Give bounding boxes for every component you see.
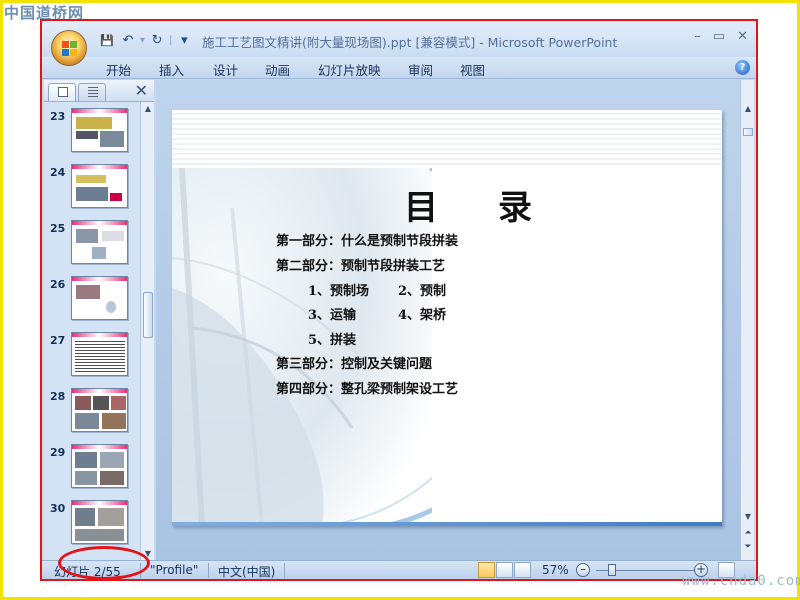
ribbon-tabs: 开始 插入 设计 动画 幻灯片放映 审阅 视图 ? xyxy=(42,57,756,79)
status-separator xyxy=(208,563,209,578)
slide-editing-area: 目录 第一部分：什么是预制节段拼装 第二部分：预制节段拼装工艺 1、预制场 2、… xyxy=(156,80,740,560)
thumbnail-number: 28 xyxy=(50,390,66,403)
slide-title[interactable]: 目录 xyxy=(404,180,592,229)
customize-qat-icon[interactable]: ▾ xyxy=(175,31,193,49)
thumbnail-item[interactable]: 28 xyxy=(44,386,140,442)
scroll-down-icon[interactable]: ▼ xyxy=(741,512,755,521)
slide-sorter-view-icon[interactable] xyxy=(496,562,513,578)
toc-item-3: 3、运输 xyxy=(308,308,357,323)
thumbnail-scrollbar[interactable]: ▲ ▼ xyxy=(140,102,154,560)
thumbnail-image xyxy=(71,500,128,544)
thumbnail-item[interactable]: 26 xyxy=(44,274,140,330)
thumbnail-number: 27 xyxy=(50,334,66,347)
highlight-annotation-ellipse xyxy=(58,546,150,580)
office-logo-icon xyxy=(62,41,77,56)
thumbnail-image xyxy=(71,444,128,488)
slide-background-image xyxy=(172,168,432,526)
thumbnail-number: 26 xyxy=(50,278,66,291)
thumbnail-item[interactable]: 25 xyxy=(44,218,140,274)
tab-slide-show[interactable]: 幻灯片放映 xyxy=(318,60,381,79)
title-bar: 💾 ↶ ▾ ↻ | ▾ 施工工艺图文精讲(附大量现场图).ppt [兼容模式] … xyxy=(42,21,756,57)
thumbnail-item[interactable]: 27 xyxy=(44,330,140,386)
help-icon[interactable]: ? xyxy=(735,60,750,75)
scroll-up-icon[interactable]: ▲ xyxy=(141,104,155,113)
tab-animations[interactable]: 动画 xyxy=(265,60,290,79)
tab-design[interactable]: 设计 xyxy=(213,60,238,79)
watermark: www.cnda0.com xyxy=(682,573,800,589)
tab-view[interactable]: 视图 xyxy=(460,60,485,79)
thumbnail-number: 30 xyxy=(50,502,66,515)
tab-outline[interactable] xyxy=(78,83,106,101)
toc-item-4: 4、架桥 xyxy=(398,308,447,323)
normal-view-icon[interactable] xyxy=(478,562,495,578)
toc-part-3: 第三部分：控制及关键问题 xyxy=(276,357,433,372)
slide-show-view-icon[interactable] xyxy=(514,562,531,578)
qat-separator: | xyxy=(169,34,173,46)
thumbnail-number: 23 xyxy=(50,110,66,123)
zoom-out-icon[interactable]: – xyxy=(576,563,590,577)
tab-review[interactable]: 审阅 xyxy=(408,60,433,79)
maximize-icon[interactable]: ▭ xyxy=(713,29,725,44)
language-indicator[interactable]: 中文(中国) xyxy=(218,563,275,580)
minimize-icon[interactable]: – xyxy=(694,29,701,44)
toc-item-1: 1、预制场 xyxy=(308,284,370,299)
office-button[interactable] xyxy=(51,30,87,66)
panel-tabs: ✕ xyxy=(44,80,154,102)
previous-slide-icon[interactable]: ⏶ xyxy=(741,528,755,538)
thumbnail-number: 25 xyxy=(50,222,66,235)
thumbnail-image xyxy=(71,388,128,432)
next-slide-icon[interactable]: ⏷ xyxy=(741,542,755,552)
view-buttons xyxy=(478,562,531,578)
thumbnail-item[interactable]: 29 xyxy=(44,442,140,498)
zoom-slider-thumb[interactable] xyxy=(608,564,617,576)
outline-tab-icon xyxy=(88,87,98,97)
quick-access-toolbar: 💾 ↶ ▾ ↻ | ▾ xyxy=(98,31,193,49)
scrollbar-thumb[interactable] xyxy=(143,292,153,338)
slides-panel: ✕ 23 24 25 26 27 28 29 30 ▲ ▼ xyxy=(44,80,154,560)
thumbnail-image xyxy=(71,164,128,208)
slide-canvas[interactable]: 目录 第一部分：什么是预制节段拼装 第二部分：预制节段拼装工艺 1、预制场 2、… xyxy=(172,110,722,526)
panel-close-icon[interactable]: ✕ xyxy=(135,81,148,100)
thumbnail-image xyxy=(71,276,128,320)
redo-icon[interactable]: ↻ xyxy=(148,31,166,49)
status-separator xyxy=(284,563,285,578)
undo-dropdown-icon[interactable]: ▾ xyxy=(140,35,145,46)
window-title: 施工工艺图文精讲(附大量现场图).ppt [兼容模式] - Microsoft … xyxy=(202,35,618,50)
toc-part-2: 第二部分：预制节段拼装工艺 xyxy=(276,259,446,274)
thumbnail-image xyxy=(71,220,128,264)
toc-item-2: 2、预制 xyxy=(398,284,447,299)
thumbnail-number: 24 xyxy=(50,166,66,179)
thumbnail-item[interactable]: 24 xyxy=(44,162,140,218)
toc-item-5: 5、拼装 xyxy=(308,333,357,348)
tab-slides[interactable] xyxy=(48,83,76,101)
thumbnail-number: 29 xyxy=(50,446,66,459)
zoom-level[interactable]: 57% xyxy=(542,563,569,577)
slides-tab-icon xyxy=(58,87,68,97)
thumbnail-item[interactable]: 23 xyxy=(44,106,140,162)
toc-part-4: 第四部分：整孔梁预制架设工艺 xyxy=(276,382,459,397)
undo-icon[interactable]: ↶ xyxy=(119,31,137,49)
tab-insert[interactable]: 插入 xyxy=(159,60,184,79)
scrollbar-thumb[interactable] xyxy=(743,128,753,136)
window-controls: – ▭ ✕ xyxy=(694,29,748,44)
save-icon[interactable]: 💾 xyxy=(98,31,116,49)
toc-part-1: 第一部分：什么是预制节段拼装 xyxy=(276,234,459,249)
thumbnail-image xyxy=(71,332,128,376)
slide-header-stripes xyxy=(172,110,722,168)
theme-name: "Profile" xyxy=(150,563,199,577)
thumbnail-image xyxy=(71,108,128,152)
slide-scrollbar[interactable]: ▲ ▼ ⏶ ⏷ xyxy=(740,80,754,560)
close-icon[interactable]: ✕ xyxy=(737,29,748,44)
tab-home[interactable]: 开始 xyxy=(106,60,131,79)
slide-footer-line xyxy=(172,522,722,526)
thumbnail-list: 23 24 25 26 27 28 29 30 xyxy=(44,102,140,560)
scroll-up-icon[interactable]: ▲ xyxy=(741,104,755,113)
powerpoint-window: 💾 ↶ ▾ ↻ | ▾ 施工工艺图文精讲(附大量现场图).ppt [兼容模式] … xyxy=(40,19,758,581)
